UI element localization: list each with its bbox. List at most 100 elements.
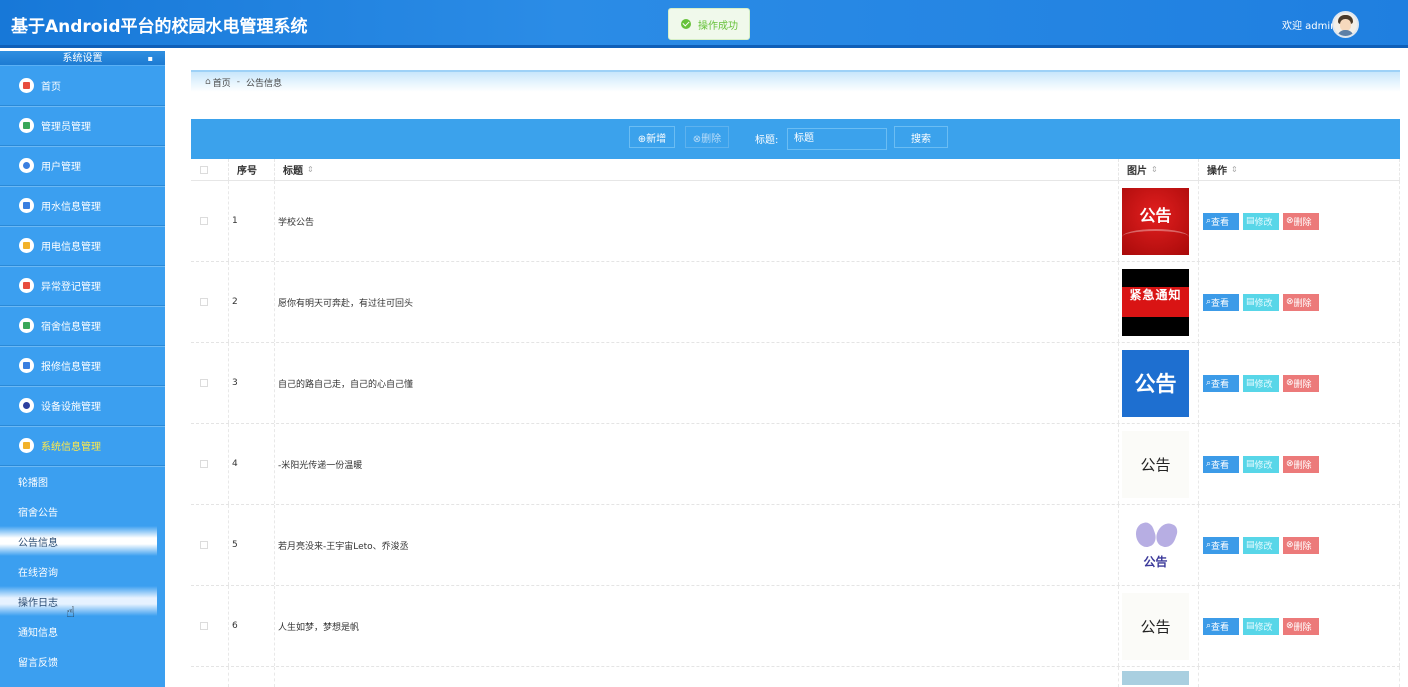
row-checkbox[interactable] bbox=[200, 541, 208, 549]
row-checkbox[interactable] bbox=[200, 217, 208, 225]
row-checkbox[interactable] bbox=[200, 460, 208, 468]
edit-button[interactable]: ▤ 修改 bbox=[1243, 293, 1279, 311]
row-no: 2 bbox=[229, 262, 275, 342]
table-row bbox=[191, 667, 1400, 687]
welcome-text: 欢迎 admin bbox=[1282, 21, 1337, 32]
water-icon bbox=[19, 198, 34, 213]
row-image: 公告 bbox=[1122, 592, 1189, 660]
edit-button[interactable]: ▤ 修改 bbox=[1243, 374, 1279, 392]
select-all-checkbox[interactable] bbox=[200, 165, 208, 174]
home-icon bbox=[19, 78, 34, 93]
user-icon bbox=[19, 158, 34, 173]
delete-button[interactable]: ⊗ 删除 bbox=[1283, 617, 1319, 635]
check-circle-icon bbox=[681, 19, 691, 29]
collapse-icon[interactable]: ▪ bbox=[148, 51, 153, 66]
sidebar-item-admin[interactable]: 管理员管理 bbox=[0, 106, 165, 146]
row-image: 公告 bbox=[1122, 187, 1189, 255]
row-checkbox[interactable] bbox=[200, 298, 208, 306]
app-title: 基于Android平台的校园水电管理系统 bbox=[11, 17, 308, 37]
row-title: -米阳光传递一份温暖 bbox=[275, 424, 1119, 504]
search-label: 标题: bbox=[755, 135, 779, 146]
row-title: 自己的路自己走，自己的心自己懂 bbox=[275, 343, 1119, 423]
column-no: 序号 bbox=[229, 159, 275, 180]
search-button[interactable]: 搜索 bbox=[894, 126, 948, 148]
butterfly-icon bbox=[1136, 523, 1176, 553]
edit-button[interactable]: ▤ 修改 bbox=[1243, 212, 1279, 230]
sidebar-subitem-carousel[interactable]: 轮播图 bbox=[0, 466, 165, 496]
delete-button[interactable]: ⊗ 删除 bbox=[1283, 455, 1319, 473]
row-checkbox[interactable] bbox=[200, 379, 208, 387]
edit-button[interactable]: ▤ 修改 bbox=[1243, 536, 1279, 554]
sidebar-subitem-oplog[interactable]: 操作日志 bbox=[0, 586, 157, 616]
delete-button[interactable]: ⊗ 删除 bbox=[1283, 374, 1319, 392]
view-button[interactable]: ⌕ 查看 bbox=[1203, 374, 1239, 392]
edit-button[interactable]: ▤ 修改 bbox=[1243, 617, 1279, 635]
announcement-table: 序号 标题 ⇕ 图片 ⇕ 操作 ⇕ 1 学校公告 公告 ⌕ 查看 ▤ 修改 ⊗ 删除 2 愿… bbox=[191, 159, 1400, 687]
sidebar-item-repair[interactable]: 报修信息管理 bbox=[0, 346, 165, 386]
toolbar: ⊕新增 ⊗删除 标题: 标题 搜索 bbox=[191, 119, 1400, 159]
view-button[interactable]: ⌕ 查看 bbox=[1203, 293, 1239, 311]
row-checkbox[interactable] bbox=[200, 622, 208, 630]
sidebar-item-home[interactable]: 首页 bbox=[0, 66, 165, 106]
view-button[interactable]: ⌕ 查看 bbox=[1203, 455, 1239, 473]
view-button[interactable]: ⌕ 查看 bbox=[1203, 536, 1239, 554]
edit-button[interactable]: ▤ 修改 bbox=[1243, 455, 1279, 473]
row-title: 愿你有明天可奔赴，有过往可回头 bbox=[275, 262, 1119, 342]
sidebar-item-power[interactable]: 用电信息管理 bbox=[0, 226, 165, 266]
add-button[interactable]: ⊕新增 bbox=[629, 126, 675, 148]
sort-icon[interactable]: ⇕ bbox=[1231, 165, 1238, 174]
delete-button[interactable]: ⊗ 删除 bbox=[1283, 212, 1319, 230]
search-input[interactable]: 标题 bbox=[787, 128, 887, 150]
sidebar-subitem-consult[interactable]: 在线咨询 bbox=[0, 556, 165, 586]
column-title[interactable]: 标题 ⇕ bbox=[275, 159, 1119, 180]
top-header: 基于Android平台的校园水电管理系统 操作成功 欢迎 admin bbox=[0, 0, 1408, 48]
sidebar-subitem-notice[interactable]: 通知信息 bbox=[0, 616, 165, 646]
column-image[interactable]: 图片 ⇕ bbox=[1119, 159, 1199, 180]
sidebar-item-water[interactable]: 用水信息管理 bbox=[0, 186, 165, 226]
breadcrumb-current: 公告信息 bbox=[245, 78, 282, 89]
home-icon: ⌂ bbox=[205, 77, 211, 87]
system-icon bbox=[19, 438, 34, 453]
sort-icon[interactable]: ⇕ bbox=[307, 165, 314, 174]
row-no: 3 bbox=[229, 343, 275, 423]
hand-cursor-icon: ☝ bbox=[66, 603, 76, 621]
row-no: 1 bbox=[229, 181, 275, 261]
row-no: 6 bbox=[229, 586, 275, 666]
power-icon bbox=[19, 238, 34, 253]
row-image: 公告 bbox=[1122, 511, 1189, 579]
avatar[interactable] bbox=[1332, 11, 1359, 38]
sidebar-subitem-dorm-notice[interactable]: 宿舍公告 bbox=[0, 496, 165, 526]
sidebar-item-users[interactable]: 用户管理 bbox=[0, 146, 165, 186]
sidebar-subitem-feedback[interactable]: 留言反馈 bbox=[0, 646, 165, 676]
dorm-icon bbox=[19, 318, 34, 333]
view-button[interactable]: ⌕ 查看 bbox=[1203, 212, 1239, 230]
table-row: 5 若月亮没来-王宇宙Leto、乔浚丞 公告 ⌕ 查看 ▤ 修改 ⊗ 删除 bbox=[191, 505, 1400, 586]
sidebar-section-title[interactable]: 系统设置 ▪ bbox=[0, 51, 165, 66]
row-title: 若月亮没来-王宇宙Leto、乔浚丞 bbox=[275, 505, 1119, 585]
sidebar-subitem-announcements[interactable]: 公告信息 bbox=[0, 526, 157, 556]
row-title: 学校公告 bbox=[275, 181, 1119, 261]
sidebar-item-system[interactable]: 系统信息管理 bbox=[0, 426, 165, 466]
row-image: 公告 bbox=[1122, 430, 1189, 498]
breadcrumb-home[interactable]: 首页 bbox=[213, 76, 231, 89]
column-ops[interactable]: 操作 ⇕ bbox=[1199, 159, 1400, 180]
delete-button[interactable]: ⊗ 删除 bbox=[1283, 293, 1319, 311]
breadcrumb-separator: - bbox=[236, 77, 240, 87]
table-header: 序号 标题 ⇕ 图片 ⇕ 操作 ⇕ bbox=[191, 159, 1400, 181]
table-row: 6 人生如梦，梦想是帆 公告 ⌕ 查看 ▤ 修改 ⊗ 删除 bbox=[191, 586, 1400, 667]
device-icon bbox=[19, 398, 34, 413]
warning-icon bbox=[19, 278, 34, 293]
view-button[interactable]: ⌕ 查看 bbox=[1203, 617, 1239, 635]
row-title: 人生如梦，梦想是帆 bbox=[275, 586, 1119, 666]
sidebar-item-dorm[interactable]: 宿舍信息管理 bbox=[0, 306, 165, 346]
table-row: 1 学校公告 公告 ⌕ 查看 ▤ 修改 ⊗ 删除 bbox=[191, 181, 1400, 262]
batch-delete-button[interactable]: ⊗删除 bbox=[685, 126, 729, 148]
sidebar: 系统设置 ▪ 首页 管理员管理 用户管理 用水信息管理 用电信息管理 异常登记管… bbox=[0, 51, 165, 687]
table-row: 2 愿你有明天可奔赴，有过往可回头 紧急通知 ⌕ 查看 ▤ 修改 ⊗ 删除 bbox=[191, 262, 1400, 343]
delete-button[interactable]: ⊗ 删除 bbox=[1283, 536, 1319, 554]
sidebar-item-device[interactable]: 设备设施管理 bbox=[0, 386, 165, 426]
sort-icon[interactable]: ⇕ bbox=[1151, 165, 1158, 174]
sidebar-item-abnormal[interactable]: 异常登记管理 bbox=[0, 266, 165, 306]
toast-message: 操作成功 bbox=[698, 20, 738, 32]
breadcrumb: ⌂ 首页 - 公告信息 bbox=[191, 70, 1400, 92]
